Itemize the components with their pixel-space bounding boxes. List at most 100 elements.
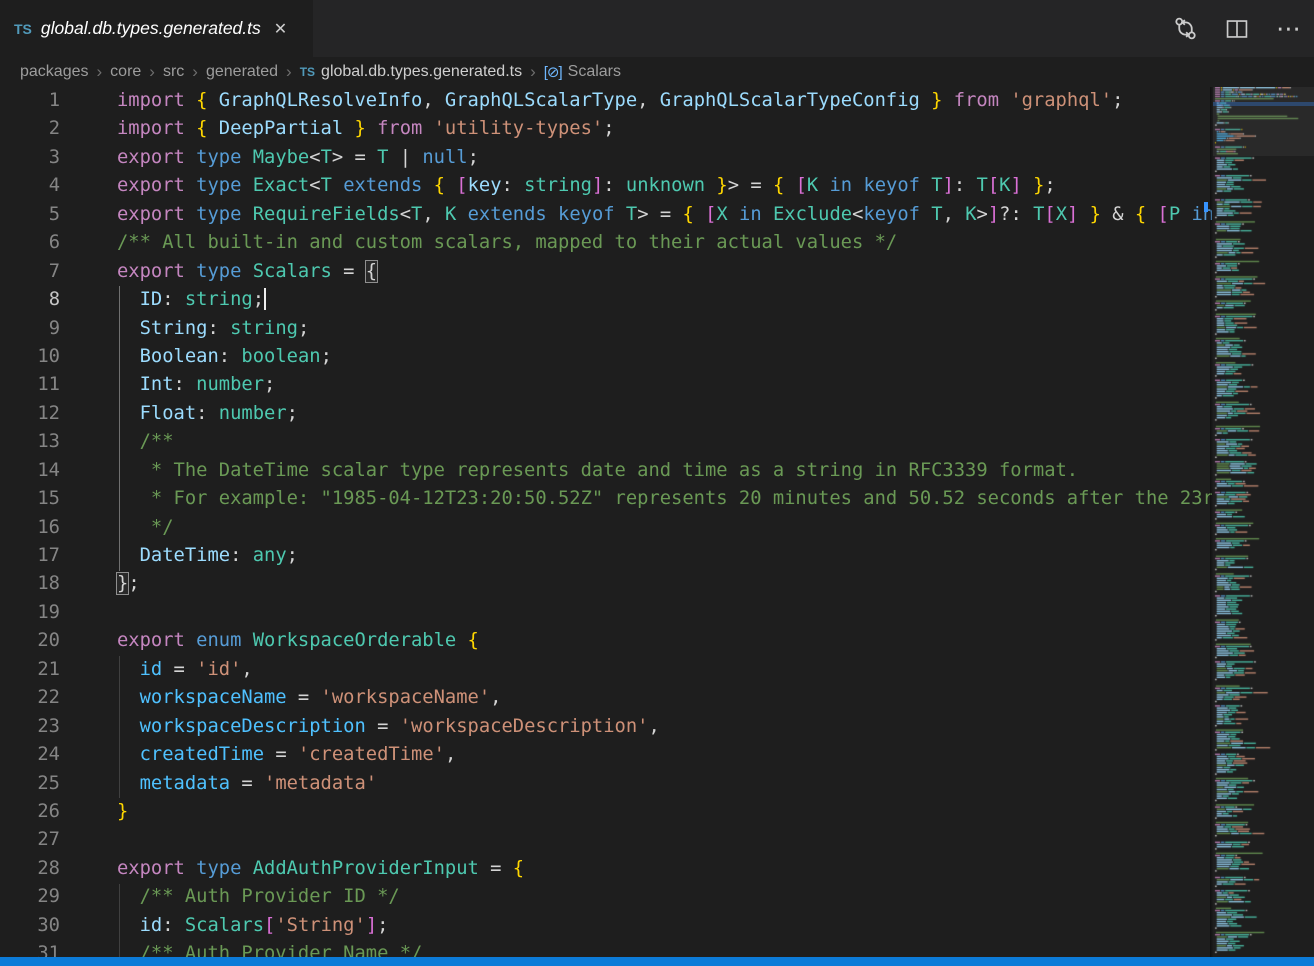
code-text: /** Auth Provider ID */ xyxy=(117,883,400,911)
code-line: 31 /** Auth Provider Name */ xyxy=(0,940,1212,957)
code-line: 13 /** xyxy=(0,428,1212,456)
code-text: id = 'id', xyxy=(117,656,253,684)
code-text: */ xyxy=(117,514,174,542)
code-text: export enum WorkspaceOrderable { xyxy=(117,627,479,655)
line-number: 27 xyxy=(0,826,60,854)
code-line: 7export type Scalars = { xyxy=(0,258,1212,286)
line-number: 31 xyxy=(0,940,60,957)
code-text: metadata = 'metadata' xyxy=(117,770,377,798)
code-text: }; xyxy=(117,570,140,598)
code-text: workspaceName = 'workspaceName', xyxy=(117,684,501,712)
breadcrumb-item-core[interactable]: core xyxy=(110,63,141,81)
line-number: 26 xyxy=(0,798,60,826)
line-number: 16 xyxy=(0,514,60,542)
code-line: 12 Float: number; xyxy=(0,400,1212,428)
code-line: 1import { GraphQLResolveInfo, GraphQLSca… xyxy=(0,87,1212,115)
code-text: export type Exact<T extends { [key: stri… xyxy=(117,172,1056,200)
line-number: 18 xyxy=(0,570,60,598)
code-line: 14 * The DateTime scalar type represents… xyxy=(0,457,1212,485)
split-editor-icon xyxy=(1225,17,1249,41)
code-line: 30 id: Scalars['String']; xyxy=(0,912,1212,940)
breadcrumb-label: generated xyxy=(206,63,278,81)
line-number: 3 xyxy=(0,144,60,172)
minimap[interactable] xyxy=(1213,87,1307,957)
code-line: 29 /** Auth Provider ID */ xyxy=(0,883,1212,911)
more-actions-button[interactable]: ⋯ xyxy=(1276,19,1302,39)
breadcrumb-label: Scalars xyxy=(568,63,621,81)
line-number: 6 xyxy=(0,229,60,257)
code-line: 6/** All built-in and custom scalars, ma… xyxy=(0,229,1212,257)
code-line: 26} xyxy=(0,798,1212,826)
active-indent-guide xyxy=(119,286,120,571)
code-text: ID: string; xyxy=(117,286,266,314)
line-number: 29 xyxy=(0,883,60,911)
minimap-decoration xyxy=(1204,202,1208,212)
symbol-type-icon: [⊘] xyxy=(544,63,562,81)
code-line: 27 xyxy=(0,826,1212,854)
code-text: DateTime: any; xyxy=(117,542,298,570)
code-line: 21 id = 'id', xyxy=(0,656,1212,684)
line-number: 28 xyxy=(0,855,60,883)
split-editor-button[interactable] xyxy=(1225,17,1249,41)
breadcrumb-item-generated[interactable]: generated xyxy=(206,63,278,81)
chevron-right-icon: › xyxy=(192,62,198,82)
chevron-right-icon: › xyxy=(286,62,292,82)
breadcrumb-item-scalars[interactable]: [⊘] Scalars xyxy=(544,63,621,81)
code-text: import { DeepPartial } from 'utility-typ… xyxy=(117,115,615,143)
breadcrumb-label: src xyxy=(163,63,184,81)
open-changes-button[interactable] xyxy=(1173,16,1198,41)
breadcrumb-label: core xyxy=(110,63,141,81)
breadcrumb-item-global-db-types-generated-ts[interactable]: TSglobal.db.types.generated.ts xyxy=(300,63,522,81)
tab-label: global.db.types.generated.ts xyxy=(41,18,261,39)
chevron-right-icon: › xyxy=(530,62,536,82)
code-text: * For example: "1985-04-12T23:20:50.52Z"… xyxy=(117,485,1212,513)
code-text: createdTime = 'createdTime', xyxy=(117,741,456,769)
code-line: 28 export type AddAuthProviderInput = { xyxy=(0,855,1212,883)
code-line: 11 Int: number; xyxy=(0,371,1212,399)
line-number: 12 xyxy=(0,400,60,428)
code-text: Int: number; xyxy=(117,371,275,399)
code-line: 5 export type RequireFields<T, K extends … xyxy=(0,201,1212,229)
code-text: String: string; xyxy=(117,315,309,343)
indent-guide xyxy=(119,656,120,798)
breadcrumb-label: packages xyxy=(20,63,89,81)
typescript-file-icon: TS xyxy=(14,21,32,37)
line-number: 14 xyxy=(0,457,60,485)
chevron-right-icon: › xyxy=(97,62,103,82)
code-line: 10 Boolean: boolean; xyxy=(0,343,1212,371)
code-line: 19 xyxy=(0,599,1212,627)
code-text: export type AddAuthProviderInput = { xyxy=(117,855,524,883)
line-number: 17 xyxy=(0,542,60,570)
code-text: export type Scalars = { xyxy=(117,258,377,286)
code-text: export type RequireFields<T, K extends k… xyxy=(117,201,1212,229)
text-cursor xyxy=(264,288,266,310)
close-tab-icon[interactable]: ✕ xyxy=(274,19,287,39)
line-number: 10 xyxy=(0,343,60,371)
code-line: 20export enum WorkspaceOrderable { xyxy=(0,627,1212,655)
code-line: 9 String: string; xyxy=(0,315,1212,343)
indent-guide xyxy=(119,884,120,957)
code-line: 2import { DeepPartial } from 'utility-ty… xyxy=(0,115,1212,143)
line-number: 30 xyxy=(0,912,60,940)
code-line: 8 ID: string; xyxy=(0,286,1212,314)
line-number: 8 xyxy=(0,286,60,314)
line-number: 22 xyxy=(0,684,60,712)
line-number: 19 xyxy=(0,599,60,627)
breadcrumb: packages › core › src › generated › TSglobal.db.… xyxy=(0,57,1314,87)
code-line: 4export type Exact<T extends { [key: str… xyxy=(0,172,1212,200)
line-number: 13 xyxy=(0,428,60,456)
code-area[interactable]: 1import { GraphQLResolveInfo, GraphQLSca… xyxy=(0,87,1212,957)
code-line: 25 metadata = 'metadata' xyxy=(0,770,1212,798)
code-text: id: Scalars['String']; xyxy=(117,912,388,940)
typescript-file-icon: TS xyxy=(300,65,315,79)
code-line: 22 workspaceName = 'workspaceName', xyxy=(0,684,1212,712)
code-line: 18}; xyxy=(0,570,1212,598)
tab-global-db-types[interactable]: TS global.db.types.generated.ts ✕ xyxy=(0,0,313,57)
line-number: 5 xyxy=(0,201,60,229)
line-number: 1 xyxy=(0,87,60,115)
line-number: 15 xyxy=(0,485,60,513)
breadcrumb-item-packages[interactable]: packages xyxy=(20,63,89,81)
code-line: 15 * For example: "1985-04-12T23:20:50.5… xyxy=(0,485,1212,513)
line-number: 21 xyxy=(0,656,60,684)
breadcrumb-item-src[interactable]: src xyxy=(163,63,184,81)
